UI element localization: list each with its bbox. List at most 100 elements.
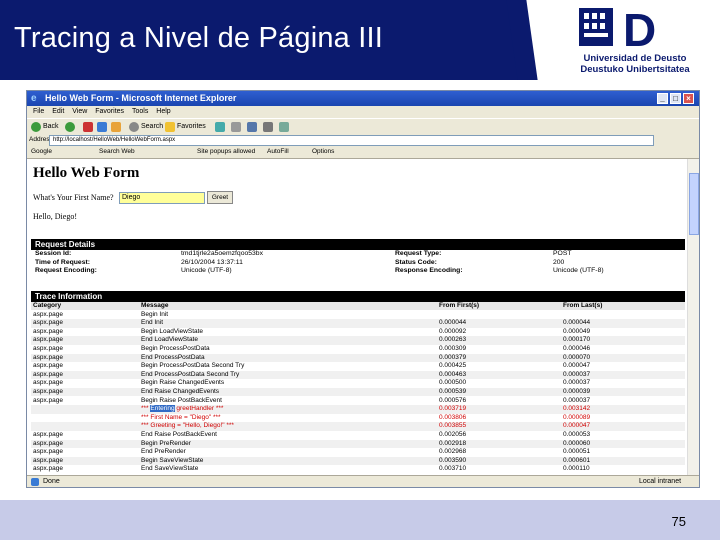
from-first-cell: 0.000044 xyxy=(439,319,467,327)
logo-line-2: Deustuko Unibertsitatea xyxy=(580,64,690,75)
window-title: Hello Web Form - Microsoft Internet Expl… xyxy=(45,93,237,103)
address-input[interactable]: http://localhost/HelloWeb/HelloWebForm.a… xyxy=(49,135,654,146)
from-last-cell: 0.000060 xyxy=(563,439,591,447)
from-first-cell: 0.000309 xyxy=(439,344,467,352)
forward-arrow-icon[interactable] xyxy=(65,122,75,132)
from-first-cell: 0.000379 xyxy=(439,353,467,361)
menu-favorites[interactable]: Favorites xyxy=(95,108,124,115)
message-cell: Begin PreRender xyxy=(141,439,191,447)
request-details-header: Request Details xyxy=(31,239,685,250)
hello-text: Hello, Diego! xyxy=(33,212,77,221)
from-last-cell: 0.000037 xyxy=(563,396,591,404)
from-first-cell: 0.000425 xyxy=(439,362,467,370)
first-name-input[interactable]: Diego xyxy=(119,192,205,204)
edit-icon[interactable] xyxy=(279,122,289,132)
links-bar: Google Search Web Site popups allowed Au… xyxy=(27,146,699,159)
from-first-cell: 0.002918 xyxy=(439,439,467,447)
page-heading: Hello Web Form xyxy=(33,165,140,181)
menu-tools[interactable]: Tools xyxy=(132,108,148,115)
message-cell: End Init xyxy=(141,319,164,327)
message-cell: Begin Raise PostBackEvent xyxy=(141,396,222,404)
menu-help[interactable]: Help xyxy=(156,108,170,115)
message-cell: Begin ProcessPostData Second Try xyxy=(141,362,245,370)
from-last-cell: 0.000044 xyxy=(563,319,591,327)
name-prompt: What's Your First Name? xyxy=(33,193,114,202)
table-row: *** Greeting = "Hello, Diego!" *** 0.0038… xyxy=(31,422,685,431)
status-bar: Done Local intranet xyxy=(27,475,699,487)
search-button[interactable]: Search xyxy=(141,121,163,133)
from-first-cell: 0.003719 xyxy=(439,405,467,413)
print-icon[interactable] xyxy=(263,122,273,132)
message-cell: *** First Name = "Diego" *** xyxy=(141,413,221,421)
minimize-button[interactable]: _ xyxy=(657,93,668,104)
message-cell: End LoadViewState xyxy=(141,336,198,344)
menu-edit[interactable]: Edit xyxy=(52,108,64,115)
search-web-button[interactable]: Search Web xyxy=(99,146,135,158)
session-id-label: Session Id: xyxy=(35,250,72,257)
refresh-icon[interactable] xyxy=(97,122,107,132)
popups-item[interactable]: Site popups allowed xyxy=(197,146,255,158)
from-first-cell: 0.000463 xyxy=(439,370,467,378)
stop-icon[interactable] xyxy=(83,122,93,132)
mail-icon[interactable] xyxy=(247,122,257,132)
logo-mark-icon: D xyxy=(579,4,656,56)
logo-line-1: Universidad de Deusto xyxy=(583,53,687,64)
col-message: Message xyxy=(141,302,169,309)
request-encoding-label: Request Encoding: xyxy=(35,267,97,275)
from-last-cell: 0.000047 xyxy=(563,422,591,430)
from-first-cell: 0.002056 xyxy=(439,430,467,438)
response-encoding-label: Response Encoding: xyxy=(395,267,463,275)
options-item[interactable]: Options xyxy=(312,146,334,158)
from-last-cell: 0.000049 xyxy=(563,327,591,335)
table-row: aspx.page End ProcessPostData 0.000379 0.00… xyxy=(31,353,685,363)
media-icon[interactable] xyxy=(215,122,225,132)
message-cell: End SaveViewState xyxy=(141,465,199,473)
menu-file[interactable]: File xyxy=(33,108,44,115)
slide-footer: 75 xyxy=(0,500,720,540)
category-cell: aspx.page xyxy=(33,379,63,387)
from-last-cell: 0.000601 xyxy=(563,456,591,464)
trace-information-header: Trace Information xyxy=(31,291,685,302)
greet-button[interactable]: Greet xyxy=(207,191,233,204)
vertical-scrollbar[interactable] xyxy=(687,159,699,475)
close-button[interactable]: × xyxy=(683,93,694,104)
from-first-cell: 0.000539 xyxy=(439,387,467,395)
back-arrow-icon[interactable] xyxy=(31,122,41,132)
page-content: Hello Web Form What's Your First Name? D… xyxy=(27,159,687,475)
category-cell: aspx.page xyxy=(33,353,63,361)
page-number: 75 xyxy=(671,514,686,529)
home-icon[interactable] xyxy=(111,122,121,132)
request-encoding-value: Unicode (UTF-8) xyxy=(181,267,232,275)
from-last-cell: 0.000039 xyxy=(563,387,591,395)
slide-header: Tracing a Nivel de Página III D Universi… xyxy=(0,0,720,80)
col-from-last: From Last(s) xyxy=(563,302,603,309)
google-label: Google xyxy=(31,148,52,155)
autofill-item[interactable]: AutoFill xyxy=(267,146,289,158)
scrollbar-thumb[interactable] xyxy=(689,173,699,235)
table-row: aspx.page End ProcessPostData Second Try 0… xyxy=(31,370,685,380)
table-row: aspx.page End Raise ChangedEvents 0.000539… xyxy=(31,387,685,397)
request-type-label: Request Type: xyxy=(395,250,442,257)
menu-view[interactable]: View xyxy=(72,108,87,115)
message-cell: Begin Raise ChangedEvents xyxy=(141,379,225,387)
from-last-cell: 0.000070 xyxy=(563,353,591,361)
table-row: aspx.page End Raise PostBackEvent 0.002056… xyxy=(31,431,685,440)
from-last-cell: 0.000047 xyxy=(563,362,591,370)
table-row: *** Entering greetHandler *** 0.003719 0.0… xyxy=(31,405,685,414)
from-last-cell: 0.000037 xyxy=(563,370,591,378)
table-row: aspx.page Begin Raise PostBackEvent 0.0005… xyxy=(31,397,685,406)
message-cell: Begin SaveViewState xyxy=(141,456,204,464)
favorites-icon[interactable] xyxy=(165,122,175,132)
zone-text: Local intranet xyxy=(639,478,682,485)
col-category: Category xyxy=(33,302,62,309)
table-row: aspx.page End PreRender 0.002968 0.000051 xyxy=(31,448,685,457)
history-icon[interactable] xyxy=(231,122,241,132)
search-icon[interactable] xyxy=(129,122,139,132)
favorites-button[interactable]: Favorites xyxy=(177,121,206,133)
menu-bar: File Edit View Favorites Tools Help xyxy=(27,106,699,118)
message-cell: End PreRender xyxy=(141,448,186,456)
message-cell: Begin Init xyxy=(141,310,169,318)
back-button[interactable]: Back xyxy=(43,121,59,133)
maximize-button[interactable]: □ xyxy=(670,93,681,104)
message-cell: Begin ProcessPostData xyxy=(141,344,210,352)
